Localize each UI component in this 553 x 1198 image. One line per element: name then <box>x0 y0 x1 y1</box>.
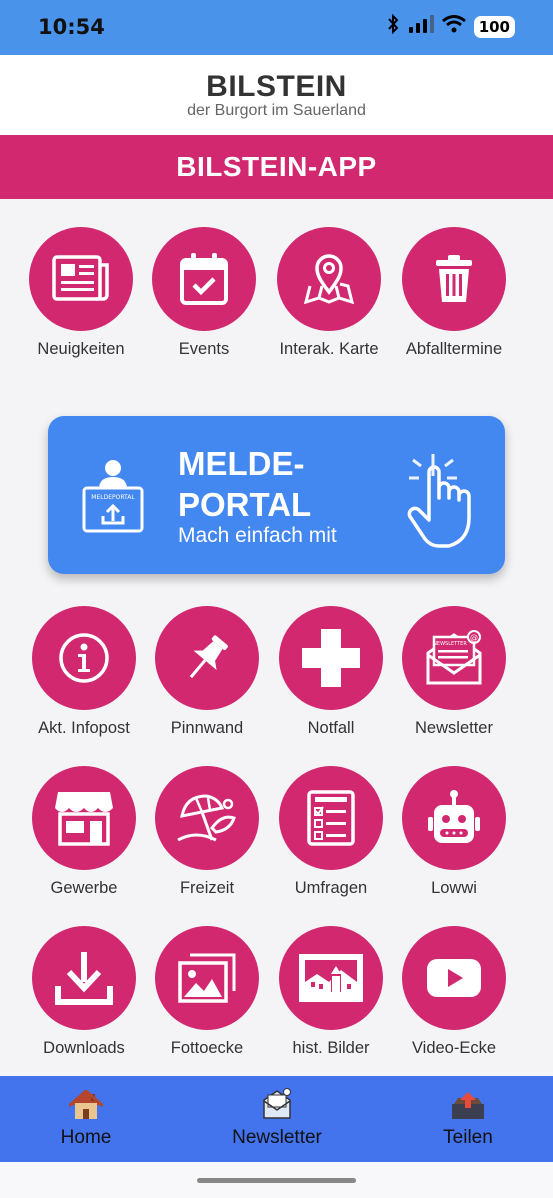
calendar-icon <box>180 253 228 305</box>
tile-neuigkeiten[interactable]: Neuigkeiten <box>21 227 141 359</box>
robot-icon <box>428 790 480 843</box>
status-bar: 10:54 100 <box>0 0 553 55</box>
tile-circle <box>155 766 259 870</box>
tile-fottoecke[interactable]: Fottoecke <box>147 926 267 1058</box>
cross-icon <box>302 629 360 687</box>
tile-circle <box>155 926 259 1030</box>
tile-freizeit[interactable]: Freizeit <box>147 766 267 898</box>
tile-abfalltermine[interactable]: Abfalltermine <box>394 227 514 359</box>
tile-label: Gewerbe <box>50 879 118 897</box>
tile-newsletter[interactable]: NEWSLETTER @ Newsletter <box>394 606 514 738</box>
nav-label: Home <box>60 1127 112 1148</box>
battery-indicator: 100 <box>473 15 515 38</box>
tile-umfragen[interactable]: Umfragen <box>271 766 391 898</box>
tile-label: Lowwi <box>431 879 477 897</box>
tile-label: Video-Ecke <box>411 1039 497 1057</box>
tile-gewerbe[interactable]: Gewerbe <box>24 766 144 898</box>
app-header: BILSTEIN der Burgort im Sauerland <box>0 55 553 135</box>
page-title: BILSTEIN <box>206 70 347 103</box>
meldeportal-button[interactable]: MELDEPORTAL MELDE- PORTAL Mach einfach m… <box>48 416 505 574</box>
nav-newsletter[interactable]: Newsletter <box>222 1088 332 1149</box>
survey-icon <box>307 790 355 846</box>
newsletter-badge: NEWSLETTER <box>433 641 467 647</box>
share-icon <box>452 1092 484 1119</box>
tile-circle <box>29 227 133 331</box>
tile-circle <box>155 606 259 710</box>
status-icons: 100 <box>386 13 515 39</box>
tile-label: hist. Bilder <box>292 1039 370 1057</box>
tile-circle <box>402 926 506 1030</box>
castle-icon <box>299 954 363 1002</box>
status-time: 10:54 <box>38 15 105 39</box>
tile-circle <box>279 766 383 870</box>
tile-notfall[interactable]: Notfall <box>271 606 391 738</box>
tile-lowwi[interactable]: Lowwi <box>394 766 514 898</box>
tile-label: Downloads <box>43 1039 125 1057</box>
tile-label: Umfragen <box>294 879 368 897</box>
leisure-icon <box>177 794 236 842</box>
map-icon <box>303 254 355 305</box>
trash-icon <box>436 255 472 302</box>
tile-circle <box>277 227 381 331</box>
tile-circle <box>279 606 383 710</box>
tile-circle: NEWSLETTER @ <box>402 606 506 710</box>
newsletter-icon: NEWSLETTER@ <box>426 630 482 685</box>
tile-downloads[interactable]: Downloads <box>24 926 144 1058</box>
tile-interak-karte[interactable]: Interak. Karte <box>269 227 389 359</box>
tile-label: Freizeit <box>179 879 235 897</box>
tile-label: Abfalltermine <box>405 340 503 358</box>
page-subtitle: der Burgort im Sauerland <box>187 102 366 119</box>
nav-teilen[interactable]: Teilen <box>430 1090 506 1149</box>
info-icon <box>59 633 109 683</box>
shop-icon <box>55 792 113 846</box>
tile-label: Notfall <box>307 719 355 737</box>
tile-circle <box>152 227 256 331</box>
tile-video-ecke[interactable]: Video-Ecke <box>394 926 514 1058</box>
nav-label: Newsletter <box>232 1127 322 1148</box>
svg-text:@: @ <box>470 633 478 642</box>
nav-label: Teilen <box>443 1127 493 1148</box>
tile-circle <box>279 926 383 1030</box>
tile-label: Events <box>178 340 230 358</box>
photos-icon <box>178 953 236 1003</box>
meldeportal-icon: MELDEPORTAL <box>82 460 144 533</box>
bluetooth-icon <box>386 13 400 39</box>
home-indicator-area <box>0 1162 553 1198</box>
tile-pinnwand[interactable]: Pinnwand <box>147 606 267 738</box>
house-icon <box>68 1088 104 1119</box>
tile-events[interactable]: Events <box>144 227 264 359</box>
tile-circle <box>402 766 506 870</box>
home-indicator[interactable] <box>197 1178 356 1183</box>
wifi-icon <box>441 15 466 38</box>
tile-circle <box>32 606 136 710</box>
tile-akt-infopost[interactable]: Akt. Infopost <box>24 606 144 738</box>
pin-icon <box>189 635 228 679</box>
signal-icon <box>408 15 434 38</box>
tile-label: Pinnwand <box>170 719 244 737</box>
tile-label: Neuigkeiten <box>37 340 125 358</box>
tile-circle <box>402 227 506 331</box>
tile-circle <box>32 766 136 870</box>
app-banner: BILSTEIN-APP <box>0 135 553 199</box>
newspaper-icon <box>52 255 109 301</box>
tile-label: Newsletter <box>415 719 493 737</box>
tile-label: Interak. Karte <box>279 340 379 358</box>
tile-label: Akt. Infopost <box>38 719 130 737</box>
bottom-navigation: Home Newsletter Teilen <box>0 1076 553 1162</box>
envelope-icon <box>263 1088 291 1119</box>
hand-pointer-icon <box>407 454 471 548</box>
portal-title: MELDE- PORTAL <box>178 445 312 523</box>
meldeportal-badge: MELDEPORTAL <box>91 494 135 501</box>
nav-home[interactable]: Home <box>46 1088 126 1149</box>
tile-label: Fottoecke <box>170 1039 244 1057</box>
video-icon <box>427 959 481 997</box>
download-icon <box>55 952 113 1005</box>
portal-subtitle: Mach einfach mit <box>178 524 337 547</box>
tile-hist-bilder[interactable]: hist. Bilder <box>271 926 391 1058</box>
tile-circle <box>32 926 136 1030</box>
